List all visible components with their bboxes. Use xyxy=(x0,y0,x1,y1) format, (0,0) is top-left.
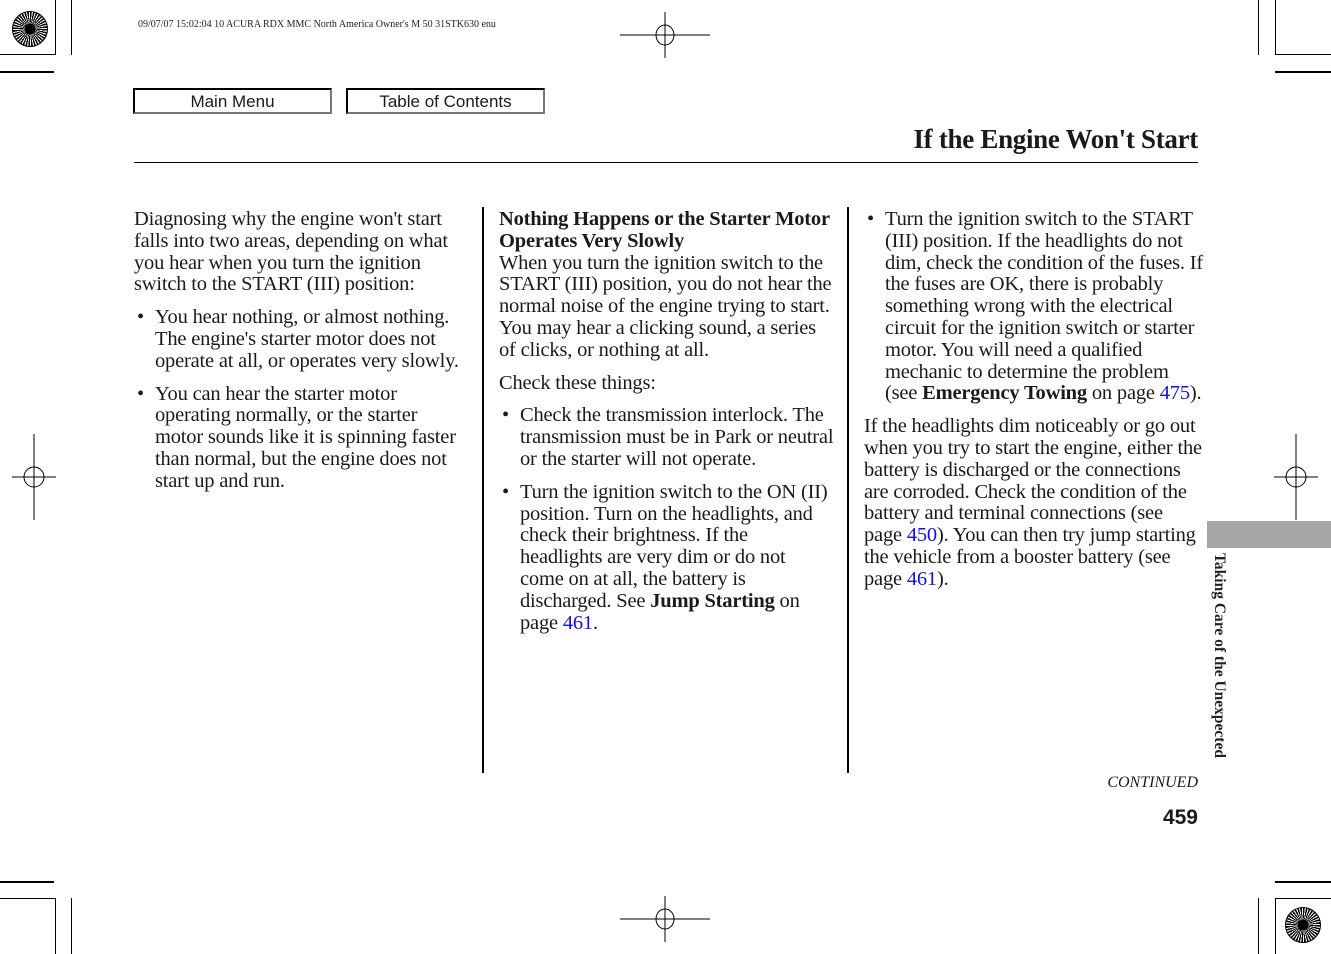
crop-mark xyxy=(1275,898,1276,954)
print-header: 09/07/07 15:02:04 10 ACURA RDX MMC North… xyxy=(138,19,496,30)
body-paragraph: When you turn the ignition switch to the… xyxy=(499,251,832,361)
column-divider xyxy=(847,207,849,773)
cross-reference-title: Emergency Towing xyxy=(922,382,1087,405)
page-link-461[interactable]: 461 xyxy=(907,568,937,590)
crosshair-icon xyxy=(620,896,710,942)
check-list-continued: • Turn the ignition switch to the START (… xyxy=(864,208,1204,405)
symptom-list: • You hear nothing, or almost nothing. Th… xyxy=(134,306,469,492)
section-heading: Nothing Happens or the Starter Motor Ope… xyxy=(499,208,830,252)
crop-mark xyxy=(0,898,55,899)
section-label: Taking Care of the Unexpected xyxy=(1211,553,1228,758)
crop-mark xyxy=(1275,881,1331,883)
crop-mark xyxy=(55,0,56,55)
list-item: • You hear nothing, or almost nothing. Th… xyxy=(137,306,459,372)
crop-mark xyxy=(1275,0,1276,55)
column-3: • Turn the ignition switch to the START (… xyxy=(864,208,1204,602)
crop-mark xyxy=(1275,54,1331,55)
crop-mark xyxy=(0,881,54,883)
crosshair-icon xyxy=(1274,434,1318,520)
page-link-450[interactable]: 450 xyxy=(907,524,937,546)
continued-label: CONTINUED xyxy=(1107,774,1198,791)
crosshair-icon xyxy=(12,434,56,520)
list-item: • Turn the ignition switch to the ON (II)… xyxy=(502,480,828,634)
page-number: 459 xyxy=(1162,806,1198,829)
cross-reference-title: Jump Starting xyxy=(650,589,775,612)
crop-mark xyxy=(0,54,55,55)
page-link-461[interactable]: 461 xyxy=(563,612,593,634)
bullet-icon: • xyxy=(137,382,144,405)
crop-mark xyxy=(1258,0,1259,55)
column-1: Diagnosing why the engine won't start fa… xyxy=(134,208,469,504)
crop-mark xyxy=(71,898,72,954)
page-title: If the Engine Won't Start xyxy=(913,124,1198,154)
main-menu-button[interactable]: Main Menu xyxy=(133,88,332,114)
list-item: • Turn the ignition switch to the START (… xyxy=(867,208,1203,405)
registration-target-icon xyxy=(12,11,48,47)
table-of-contents-button[interactable]: Table of Contents xyxy=(346,88,545,114)
column-2: Nothing Happens or the Starter Motor Ope… xyxy=(499,208,834,645)
bullet-icon: • xyxy=(137,306,144,329)
crop-mark xyxy=(1258,898,1259,954)
list-item: • You can hear the starter motor operatin… xyxy=(137,382,456,492)
section-tab xyxy=(1207,521,1331,548)
crop-mark xyxy=(55,898,56,954)
bullet-icon: • xyxy=(502,480,509,503)
column-divider xyxy=(482,207,484,773)
intro-paragraph: Diagnosing why the engine won't start fa… xyxy=(134,208,448,296)
crop-mark xyxy=(71,0,72,55)
crop-mark xyxy=(1275,71,1331,73)
bullet-icon: • xyxy=(867,208,874,230)
list-item: • Check the transmission interlock. The t… xyxy=(502,404,834,470)
crop-mark xyxy=(0,71,54,73)
crop-mark xyxy=(1275,898,1331,899)
check-label: Check these things: xyxy=(499,371,656,394)
title-divider xyxy=(134,162,1198,163)
page-link-475[interactable]: 475 xyxy=(1160,382,1190,404)
check-list: • Check the transmission interlock. The t… xyxy=(499,405,834,634)
registration-target-icon xyxy=(1285,907,1321,943)
body-paragraph: If the headlights dim noticeably or go o… xyxy=(864,415,1202,590)
crosshair-icon xyxy=(620,12,710,58)
bullet-icon: • xyxy=(502,404,509,427)
